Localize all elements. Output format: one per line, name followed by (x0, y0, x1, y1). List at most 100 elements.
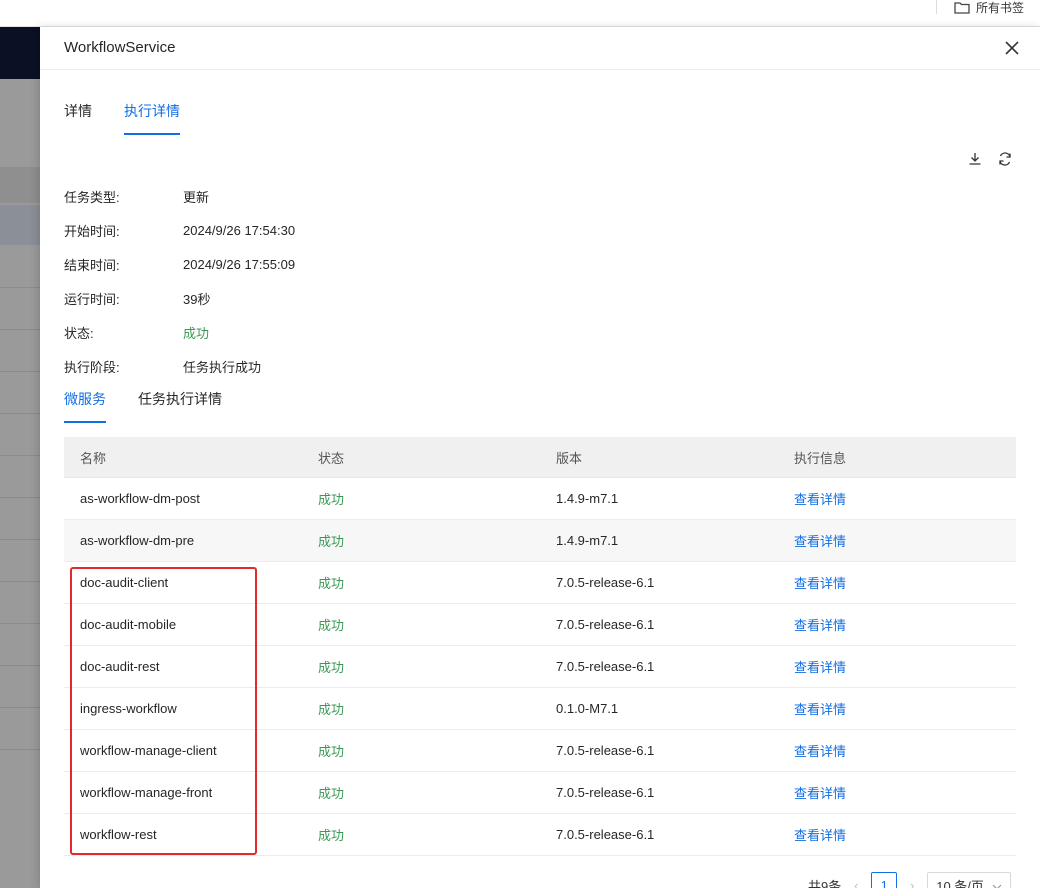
info-value: 39秒 (183, 291, 211, 307)
view-details-link[interactable]: 查看详情 (794, 702, 846, 717)
folder-icon (954, 1, 970, 14)
info-row-status: 状态: 成功 (64, 315, 295, 349)
tab-execution-details[interactable]: 执行详情 (124, 101, 180, 135)
cell-status: 成功 (318, 828, 345, 843)
table-row: as-workflow-dm-pre 成功 1.4.9-m7.1 查看详情 (64, 520, 1016, 562)
backdrop-line (0, 665, 40, 666)
all-bookmarks-button[interactable]: 所有书签 (954, 0, 1024, 15)
backdrop-line (0, 707, 40, 708)
view-details-link[interactable]: 查看详情 (794, 534, 846, 549)
drawer-title: WorkflowService (64, 39, 176, 56)
cell-status: 成功 (318, 786, 345, 801)
workflow-detail-drawer: WorkflowService 详情 执行详情 任务类型: 更新 开始时间: 2… (40, 27, 1040, 888)
column-header-status: 状态 (318, 450, 345, 466)
info-row-run-time: 运行时间: 39秒 (64, 281, 295, 315)
backdrop-line (0, 287, 40, 288)
info-label: 执行阶段: (64, 359, 120, 375)
tab-details[interactable]: 详情 (64, 101, 92, 135)
pagination-total: 共9条 (808, 878, 842, 888)
refresh-icon[interactable] (997, 151, 1013, 167)
cell-status: 成功 (318, 576, 345, 591)
cell-exec-info: 查看详情 (778, 783, 1016, 802)
page-button[interactable]: 1 (871, 872, 898, 888)
cell-status: 成功 (318, 702, 345, 717)
cell-version: 0.1.0-M7.1 (556, 701, 619, 716)
bookmark-bar: 所有书签 (0, 0, 1040, 27)
next-page-icon[interactable]: › (905, 878, 919, 888)
chevron-down-icon (992, 878, 1002, 888)
view-details-link[interactable]: 查看详情 (794, 828, 846, 843)
cell-version: 7.0.5-release-6.1 (556, 659, 655, 674)
backdrop-row (0, 205, 40, 245)
cell-version: 1.4.9-m7.1 (556, 491, 619, 506)
info-value: 更新 (183, 189, 210, 205)
cell-version: 7.0.5-release-6.1 (556, 617, 655, 632)
backdrop-line (0, 497, 40, 498)
cell-exec-info: 查看详情 (778, 825, 1016, 844)
view-details-link[interactable]: 查看详情 (794, 576, 846, 591)
view-details-link[interactable]: 查看详情 (794, 492, 846, 507)
drawer-header: WorkflowService (40, 27, 1040, 70)
tab-task-execution-details[interactable]: 任务执行详情 (138, 389, 222, 423)
column-header-name: 名称 (80, 450, 107, 466)
toolbar (967, 151, 1013, 167)
cell-version: 1.4.9-m7.1 (556, 533, 619, 548)
tab-microservices[interactable]: 微服务 (64, 389, 106, 423)
backdrop-line (0, 413, 40, 414)
pagination: 共9条 ‹ 1 › 10 条/页 (808, 872, 1011, 888)
backdrop-line (0, 329, 40, 330)
info-label: 状态: (64, 325, 94, 341)
cell-exec-info: 查看详情 (778, 657, 1016, 676)
bookmark-separator (936, 0, 937, 14)
info-row-start-time: 开始时间: 2024/9/26 17:54:30 (64, 213, 295, 247)
red-highlight-box (70, 567, 257, 855)
view-details-link[interactable]: 查看详情 (794, 660, 846, 675)
cell-status: 成功 (318, 492, 345, 507)
cell-status: 成功 (318, 660, 345, 675)
cell-exec-info: 查看详情 (778, 489, 1016, 508)
cell-exec-info: 查看详情 (778, 699, 1016, 718)
prev-page-icon[interactable]: ‹ (849, 878, 863, 888)
cell-exec-info: 查看详情 (778, 741, 1016, 760)
close-icon (1003, 41, 1021, 60)
info-label: 运行时间: (64, 291, 120, 307)
info-label: 任务类型: (64, 189, 120, 205)
backdrop-line (0, 539, 40, 540)
cell-exec-info: 查看详情 (778, 531, 1016, 550)
info-value: 2024/9/26 17:54:30 (183, 222, 296, 238)
cell-exec-info: 查看详情 (778, 573, 1016, 592)
page-size-select[interactable]: 10 条/页 (927, 872, 1011, 888)
backdrop-line (0, 455, 40, 456)
app-nav-strip (0, 27, 40, 79)
info-value: 2024/9/26 17:55:09 (183, 256, 296, 272)
table-row: as-workflow-dm-post 成功 1.4.9-m7.1 查看详情 (64, 478, 1016, 520)
task-info: 任务类型: 更新 开始时间: 2024/9/26 17:54:30 结束时间: … (64, 179, 295, 383)
info-label: 开始时间: (64, 223, 120, 239)
info-row-end-time: 结束时间: 2024/9/26 17:55:09 (64, 247, 295, 281)
cell-version: 7.0.5-release-6.1 (556, 575, 655, 590)
cell-name: as-workflow-dm-pre (80, 533, 195, 548)
cell-status: 成功 (318, 744, 345, 759)
view-details-link[interactable]: 查看详情 (794, 744, 846, 759)
cell-version: 7.0.5-release-6.1 (556, 743, 655, 758)
view-details-link[interactable]: 查看详情 (794, 786, 846, 801)
column-header-exec-info: 执行信息 (794, 450, 847, 466)
info-row-stage: 执行阶段: 任务执行成功 (64, 349, 295, 383)
backdrop-line (0, 623, 40, 624)
column-header-version: 版本 (556, 450, 583, 466)
sub-tabs: 微服务 任务执行详情 (64, 389, 254, 423)
info-label: 结束时间: (64, 257, 120, 273)
download-icon[interactable] (967, 151, 983, 167)
cell-status: 成功 (318, 618, 345, 633)
cell-version: 7.0.5-release-6.1 (556, 785, 655, 800)
cell-name: as-workflow-dm-post (80, 491, 200, 506)
cell-exec-info: 查看详情 (778, 615, 1016, 634)
page-size-label: 10 条/页 (936, 878, 984, 888)
info-value: 任务执行成功 (183, 359, 262, 375)
close-button[interactable] (1003, 39, 1021, 57)
backdrop-line (0, 749, 40, 750)
app-backdrop (0, 27, 40, 888)
table-header: 名称 状态 版本 执行信息 (64, 437, 1016, 478)
view-details-link[interactable]: 查看详情 (794, 618, 846, 633)
status-value: 成功 (183, 325, 210, 341)
